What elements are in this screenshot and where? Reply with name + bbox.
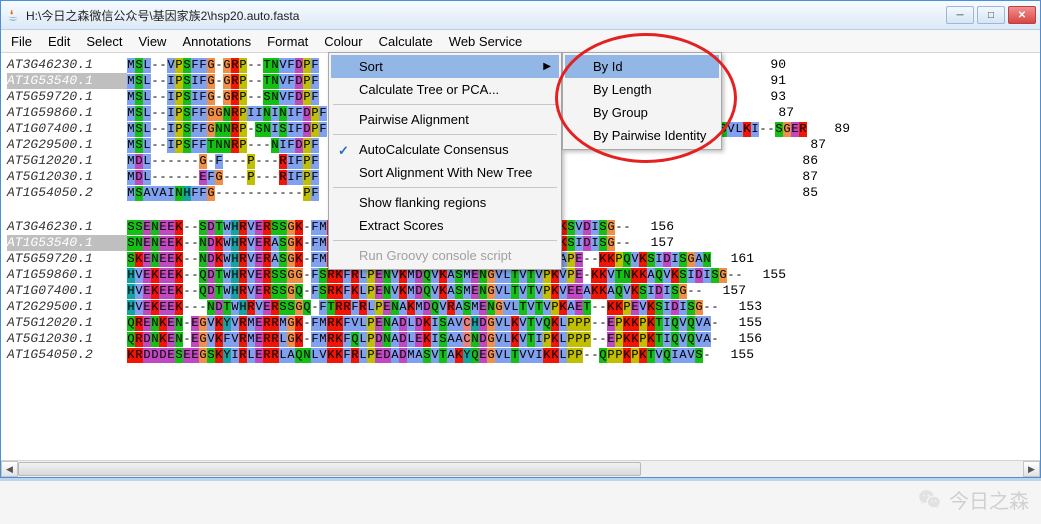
sequence-end-pos: 155 <box>727 315 762 331</box>
flanking-item[interactable]: Show flanking regions <box>331 191 559 214</box>
sort-label: Sort <box>359 59 383 74</box>
sequence-name[interactable]: AT1G59860.1 <box>7 105 127 121</box>
sequence-name[interactable]: AT3G46230.1 <box>7 219 127 235</box>
sort-submenu: By Id By Length By Group By Pairwise Ide… <box>562 52 722 150</box>
sequence-name[interactable]: AT5G12030.1 <box>7 169 127 185</box>
sort-by-pairwise[interactable]: By Pairwise Identity <box>565 124 719 147</box>
menu-annotations[interactable]: Annotations <box>174 30 259 52</box>
sequence-end-pos: 93 <box>751 89 786 105</box>
sequence-name[interactable]: AT1G59860.1 <box>7 267 127 283</box>
sequence-end-pos: 87 <box>759 105 794 121</box>
sequence-name[interactable]: AT5G59720.1 <box>7 89 127 105</box>
sequence-name[interactable]: AT5G12020.1 <box>7 315 127 331</box>
sequence-end-pos: 85 <box>783 185 818 201</box>
sequence-row[interactable]: AT1G54050.2KRDDDESEEGSKYIRLERRLAQNLVKKFR… <box>7 347 1034 363</box>
sequence-row[interactable]: AT5G12030.1QRDNKEN-EGVKFVRMERRLGK-FMRKFQ… <box>7 331 1034 347</box>
sequence-name[interactable]: AT2G29500.1 <box>7 299 127 315</box>
sequence-row[interactable]: AT5G12020.1QRENKEN-EGVKYVRMERRMGK-FMRKFV… <box>7 315 1034 331</box>
autocalc-label: AutoCalculate Consensus <box>359 142 509 157</box>
submenu-arrow-icon: ▶ <box>543 61 551 72</box>
sequence-end-pos: 157 <box>711 283 746 299</box>
menu-file[interactable]: File <box>3 30 40 52</box>
sequence-row[interactable]: AT2G29500.1HVEKEEK---NDTWHRVERSSGQ-FTRRF… <box>7 299 1034 315</box>
sequence-name[interactable]: AT1G53540.1 <box>7 73 127 89</box>
window-title: H:\今日之森微信公众号\基因家族2\hsp20.auto.fasta <box>26 7 946 24</box>
watermark-text: 今日之森 <box>949 485 1029 514</box>
sequence-name[interactable]: AT1G54050.2 <box>7 185 127 201</box>
sort-submenu-item[interactable]: Sort ▶ <box>331 55 559 78</box>
sequence-end-pos: 161 <box>719 251 754 267</box>
scroll-thumb[interactable] <box>18 462 641 476</box>
watermark: 今日之森 <box>917 485 1029 514</box>
separator <box>333 104 557 105</box>
sequence-name[interactable]: AT1G54050.2 <box>7 347 127 363</box>
separator <box>333 187 557 188</box>
groovy-item: Run Groovy console script <box>331 244 559 267</box>
sequence-end-pos: 153 <box>727 299 762 315</box>
sequence-name[interactable]: AT1G53540.1 <box>7 235 127 251</box>
close-button[interactable]: ✕ <box>1008 6 1036 24</box>
separator <box>333 240 557 241</box>
sequence-name[interactable]: AT5G59720.1 <box>7 251 127 267</box>
sort-new-tree-item[interactable]: Sort Alignment With New Tree <box>331 161 559 184</box>
minimize-button[interactable]: ─ <box>946 6 974 24</box>
scroll-left-icon[interactable]: ◀ <box>1 461 18 477</box>
sort-by-id[interactable]: By Id <box>565 55 719 78</box>
sequence-end-pos: 156 <box>639 219 674 235</box>
autocalc-item[interactable]: ✓ AutoCalculate Consensus <box>331 138 559 161</box>
check-icon: ✓ <box>338 143 349 159</box>
sequence-name[interactable]: AT5G12030.1 <box>7 331 127 347</box>
sequence-row[interactable]: AT1G07400.1HVEKEEK--QDTWHRVERSSGQ-FSRKFK… <box>7 283 1034 299</box>
maximize-button[interactable]: □ <box>977 6 1005 24</box>
wechat-icon <box>917 487 943 513</box>
sequence-end-pos: 155 <box>719 347 754 363</box>
menu-colour[interactable]: Colour <box>316 30 370 52</box>
sequence-end-pos: 157 <box>639 235 674 251</box>
menu-view[interactable]: View <box>131 30 175 52</box>
menu-webservice[interactable]: Web Service <box>441 30 530 52</box>
sequence-name[interactable]: AT2G29500.1 <box>7 137 127 153</box>
sequence-end-pos: 156 <box>727 331 762 347</box>
menu-format[interactable]: Format <box>259 30 316 52</box>
menu-select[interactable]: Select <box>78 30 130 52</box>
sequence-name[interactable]: AT1G07400.1 <box>7 283 127 299</box>
sequence-end-pos: 89 <box>815 121 850 137</box>
pairwise-item[interactable]: Pairwise Alignment <box>331 108 559 131</box>
sequence-end-pos: 86 <box>783 153 818 169</box>
menu-edit[interactable]: Edit <box>40 30 78 52</box>
sequence-end-pos: 87 <box>791 137 826 153</box>
calc-tree-item[interactable]: Calculate Tree or PCA... <box>331 78 559 101</box>
scroll-right-icon[interactable]: ▶ <box>1023 461 1040 477</box>
scroll-track[interactable] <box>18 461 1023 477</box>
extract-item[interactable]: Extract Scores <box>331 214 559 237</box>
sort-by-group[interactable]: By Group <box>565 101 719 124</box>
sequence-name[interactable]: AT1G07400.1 <box>7 121 127 137</box>
menu-calculate[interactable]: Calculate <box>371 30 441 52</box>
sequence-end-pos: 91 <box>751 73 786 89</box>
menubar: File Edit Select View Annotations Format… <box>1 30 1040 53</box>
sequence-end-pos: 155 <box>751 267 786 283</box>
sequence-end-pos: 90 <box>751 57 786 73</box>
sequence-name[interactable]: AT5G12020.1 <box>7 153 127 169</box>
calculate-dropdown: Sort ▶ Calculate Tree or PCA... Pairwise… <box>328 52 562 270</box>
sort-by-length[interactable]: By Length <box>565 78 719 101</box>
sequence-name[interactable]: AT3G46230.1 <box>7 57 127 73</box>
window-buttons: ─ □ ✕ <box>946 6 1036 24</box>
scrollbar-horizontal[interactable]: ◀ ▶ <box>1 460 1040 477</box>
sequence-end-pos: 87 <box>783 169 818 185</box>
separator <box>333 134 557 135</box>
java-icon <box>5 7 21 23</box>
titlebar: H:\今日之森微信公众号\基因家族2\hsp20.auto.fasta ─ □ … <box>1 1 1040 30</box>
